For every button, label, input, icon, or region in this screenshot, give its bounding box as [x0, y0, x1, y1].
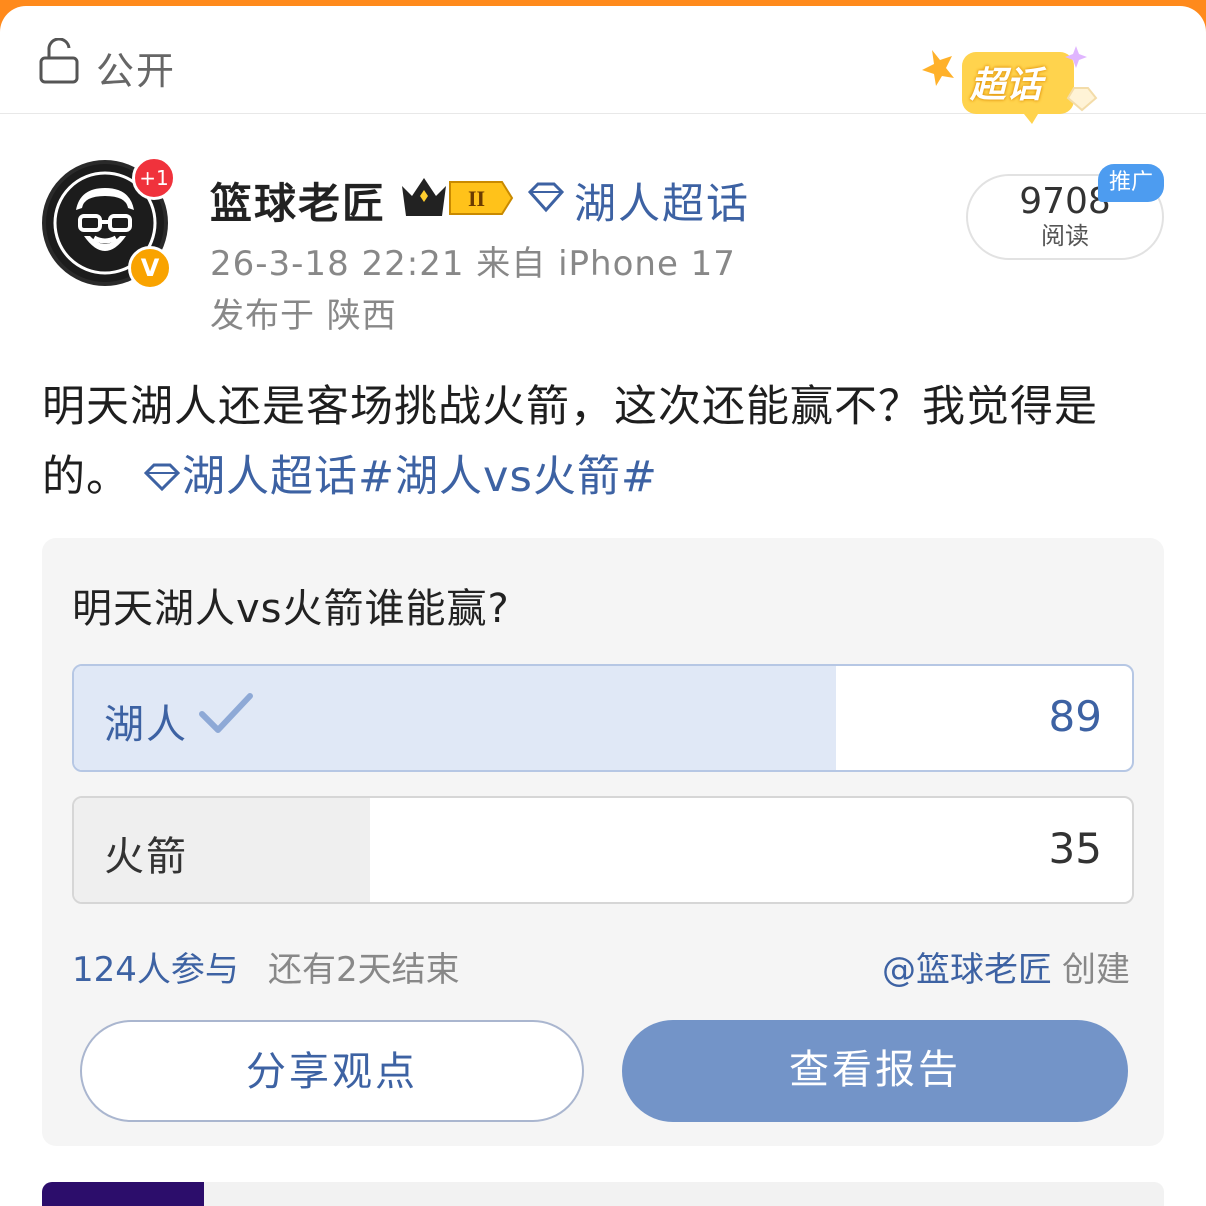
poll-option-count: 89	[1048, 692, 1102, 741]
post-location: 发布于 陕西	[210, 296, 397, 336]
new-post-count-badge: +1	[132, 156, 176, 200]
post-body: 明天湖人还是客场挑战火箭，这次还能赢不？我觉得是的。 湖人超话#湖人vs火箭#	[42, 372, 1164, 512]
svg-text:II: II	[468, 186, 485, 211]
share-opinion-button[interactable]: 分享观点	[80, 1020, 584, 1122]
gem-icon	[527, 182, 565, 213]
poll-option-rockets[interactable]: 火箭 35	[72, 796, 1134, 904]
poll-option-label: 火箭	[104, 834, 188, 880]
poll-option-fill	[74, 666, 836, 770]
read-label: 阅读	[1041, 222, 1089, 250]
hashtag-link[interactable]: #湖人vs火箭#	[358, 452, 658, 502]
crown-level-icon[interactable]: II	[398, 172, 514, 222]
creator-suffix: 创建	[1062, 950, 1130, 990]
next-card-thumbnail	[42, 1182, 204, 1206]
poll-creator: @篮球老匠 创建	[882, 942, 1130, 991]
author-name[interactable]: 篮球老匠	[210, 170, 386, 231]
verified-badge: V	[128, 246, 172, 290]
visibility-label[interactable]: 公开	[96, 40, 176, 95]
gem-icon	[143, 463, 181, 492]
promo-tag: 推广	[1098, 164, 1164, 202]
post-time-source: 26-3-18 22:21 来自 iPhone 17	[210, 244, 736, 284]
creator-mention[interactable]: @篮球老匠	[882, 950, 1052, 990]
poll-option-label: 湖人	[104, 702, 188, 748]
chaohua-badge-label[interactable]: 超话	[970, 56, 1042, 108]
poll-participants: 124人参与	[72, 950, 239, 990]
lock-icon	[39, 38, 79, 84]
top-bar: 公开 超话	[0, 6, 1206, 124]
poll-question: 明天湖人vs火箭谁能赢?	[72, 586, 510, 632]
supertopic-link[interactable]: 湖人超话	[574, 170, 750, 231]
topic-link[interactable]: 湖人超话	[182, 452, 358, 502]
view-report-button[interactable]: 查看报告	[622, 1020, 1128, 1122]
post-sheet: 公开 超话 +1 V 篮球老匠 II 湖人超话 26-3-18 22:21 来自…	[0, 6, 1206, 1206]
check-icon	[199, 693, 253, 733]
poll-card: 明天湖人vs火箭谁能赢? 湖人 89 火箭 35 124人参与 还有2天结束 @…	[42, 538, 1164, 1146]
poll-remaining-time: 还有2天结束	[268, 950, 460, 990]
next-card-preview[interactable]	[42, 1182, 1164, 1206]
poll-option-lakers[interactable]: 湖人 89	[72, 664, 1134, 772]
poll-option-count: 35	[1048, 824, 1102, 873]
